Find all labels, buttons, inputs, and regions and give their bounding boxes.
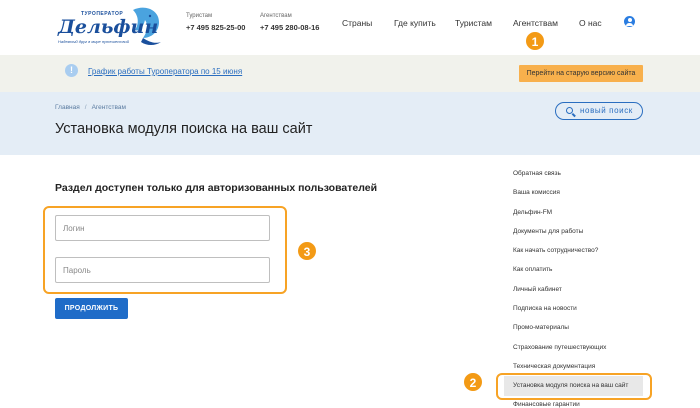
user-account-icon[interactable] [624, 16, 635, 27]
phone-label: Агентствам [260, 13, 292, 19]
sidebar-item-tech-docs[interactable]: Техническая документация [513, 363, 595, 370]
search-icon [566, 107, 573, 114]
new-search-button[interactable]: новый поиск [555, 102, 643, 120]
step-badge-1: 1 [525, 31, 545, 51]
logo[interactable]: ТУРОПЕРАТОР Дельфин Надежный друг в мире… [55, 4, 165, 48]
sidebar-item-highlight [496, 373, 652, 400]
site-header: ТУРОПЕРАТОР Дельфин Надежный друг в мире… [0, 0, 700, 52]
step-badge-3: 3 [297, 241, 317, 261]
sidebar-item-how-to-pay[interactable]: Как оплатить [513, 266, 552, 273]
nav-countries[interactable]: Страны [342, 18, 372, 28]
new-search-label: новый поиск [580, 106, 633, 115]
nav-agencies[interactable]: Агентствам [513, 18, 558, 28]
sidebar-item-feedback[interactable]: Обратная связь [513, 170, 561, 177]
phone-number[interactable]: +7 495 280-08-16 [260, 23, 319, 32]
breadcrumb: Главная / Агентствам [55, 104, 126, 111]
sidebar-item-dolphin-fm[interactable]: Дельфин-FM [513, 209, 552, 216]
phone-tourists: Туристам +7 495 825-25-00 [186, 13, 245, 32]
breadcrumb-agencies[interactable]: Агентствам [92, 104, 126, 111]
schedule-notice-link[interactable]: График работы Туроператора по 15 июня [88, 67, 242, 76]
sidebar-item-promo[interactable]: Промо-материалы [513, 324, 569, 331]
phone-number[interactable]: +7 495 825-25-00 [186, 23, 245, 32]
nav-tourists[interactable]: Туристам [455, 18, 492, 28]
sidebar-item-news-subscription[interactable]: Подписка на новости [513, 305, 577, 312]
logo-tagline: Надежный друг в мире путешествий [58, 39, 129, 44]
sidebar-item-documents[interactable]: Документы для работы [513, 228, 583, 235]
breadcrumb-separator: / [84, 104, 87, 111]
sidebar-item-how-to-start[interactable]: Как начать сотрудничество? [513, 247, 598, 254]
sidebar-item-guarantees[interactable]: Финансовые гарантии [513, 401, 580, 408]
step-badge-2: 2 [463, 372, 483, 392]
sidebar-item-insurance[interactable]: Страхование путешествующих [513, 344, 606, 351]
logo-wordmark: Дельфин [58, 16, 159, 38]
phone-agencies: Агентствам +7 495 280-08-16 [260, 13, 319, 32]
login-form-highlight [43, 206, 287, 294]
nav-about[interactable]: О нас [579, 18, 602, 28]
continue-button[interactable]: ПРОДОЛЖИТЬ [55, 298, 128, 319]
sidebar-item-account[interactable]: Личный кабинет [513, 286, 562, 293]
info-icon: ! [65, 64, 78, 77]
page-title: Установка модуля поиска на ваш сайт [55, 121, 313, 137]
sidebar-item-commission[interactable]: Ваша комиссия [513, 189, 560, 196]
nav-where-to-buy[interactable]: Где купить [394, 18, 436, 28]
breadcrumb-home[interactable]: Главная [55, 104, 80, 111]
auth-required-heading: Раздел доступен только для авторизованны… [55, 182, 378, 194]
old-site-button[interactable]: Перейти на старую версию сайта [519, 65, 643, 82]
phone-label: Туристам [186, 13, 213, 19]
